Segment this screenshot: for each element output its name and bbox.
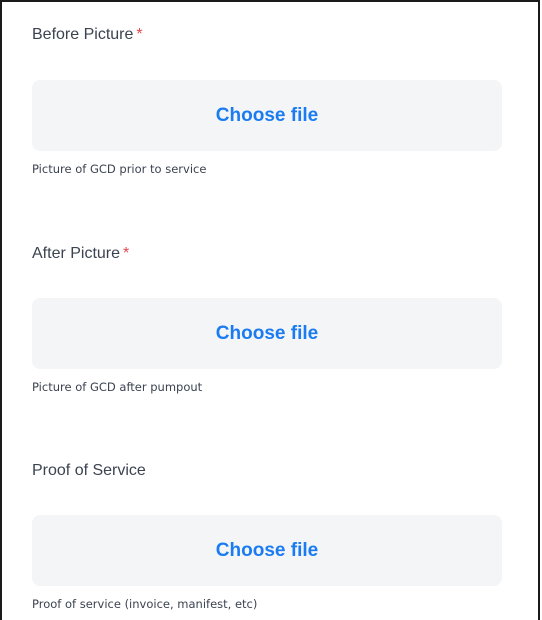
choose-file-label: Choose file xyxy=(215,322,319,344)
before-picture-label-text: Before Picture xyxy=(32,26,134,43)
choose-file-label: Choose file xyxy=(215,539,319,561)
after-picture-choose-file-button[interactable]: Choose file xyxy=(32,298,502,369)
before-picture-label: Before Picture * xyxy=(32,26,143,44)
proof-of-service-label: Proof of Service xyxy=(32,462,146,480)
after-picture-label: After Picture * xyxy=(32,245,129,263)
before-picture-choose-file-button[interactable]: Choose file xyxy=(32,80,502,151)
required-indicator: * xyxy=(136,26,143,43)
proof-of-service-help-text: Proof of service (invoice, manifest, etc… xyxy=(32,597,258,611)
after-picture-help-text: Picture of GCD after pumpout xyxy=(32,380,203,394)
proof-of-service-choose-file-button[interactable]: Choose file xyxy=(32,515,502,586)
required-indicator: * xyxy=(123,245,130,262)
proof-of-service-label-text: Proof of Service xyxy=(32,462,146,479)
before-picture-help-text: Picture of GCD prior to service xyxy=(32,162,207,176)
form-frame: Before Picture * Choose file Picture of G… xyxy=(0,0,540,620)
after-picture-label-text: After Picture xyxy=(32,245,121,262)
choose-file-label: Choose file xyxy=(215,104,319,126)
